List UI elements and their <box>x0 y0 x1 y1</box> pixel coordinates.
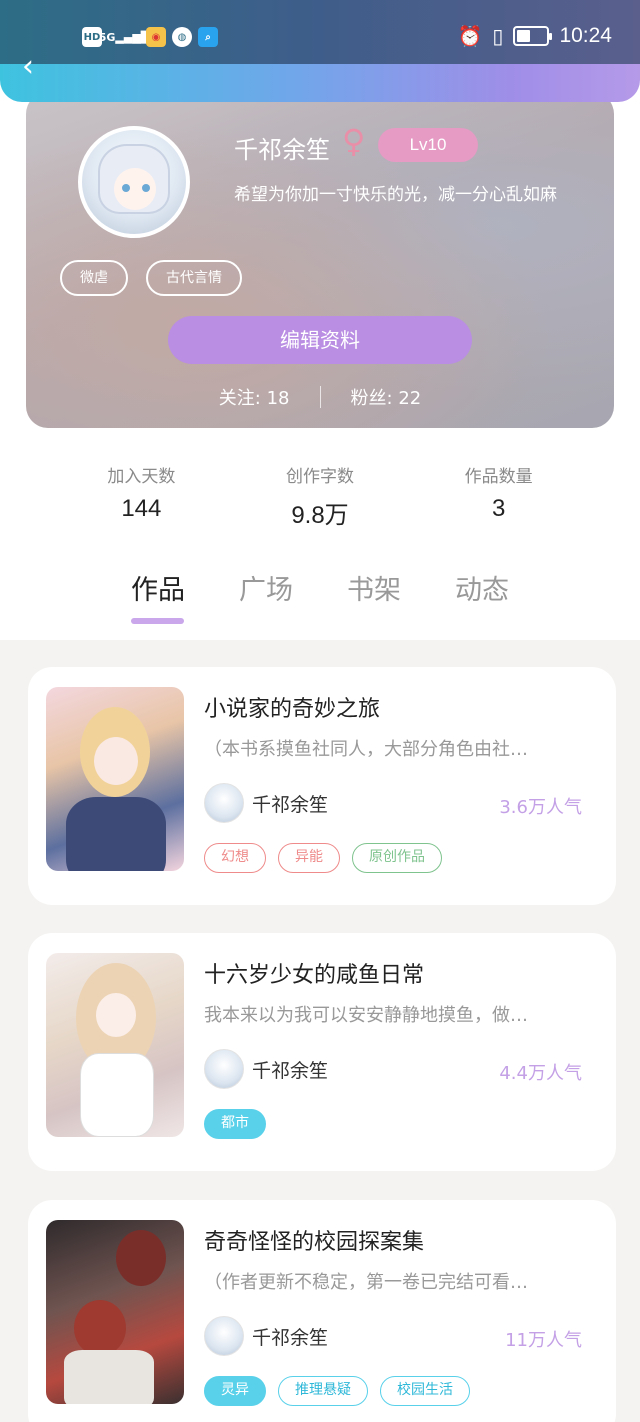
battery-fill <box>517 30 531 42</box>
book-author[interactable]: 千祁余笙 <box>204 1049 328 1089</box>
book-popularity: 4.4万人气 <box>499 1063 582 1084</box>
stat-label: 作品数量 <box>464 467 533 487</box>
book-popularity: 11万人气 <box>505 1330 582 1351</box>
book-card[interactable]: 十六岁少女的咸鱼日常 我本来以为我可以安安静静地摸鱼，做… 千祁余笙 4.4万人… <box>28 933 616 1171</box>
book-card[interactable]: 奇奇怪怪的校园探案集 （作者更新不稳定，第一卷已完结可看… 千祁余笙 11万人气… <box>28 1200 616 1422</box>
stat-value: 144 <box>121 495 162 522</box>
book-tags: 灵异 推理悬疑 校园生活 <box>204 1376 470 1406</box>
author-avatar <box>204 783 244 823</box>
book-tag[interactable]: 原创作品 <box>352 843 442 873</box>
cover-figure-body <box>66 797 166 871</box>
book-author[interactable]: 千祁余笙 <box>204 783 328 823</box>
profile-card: 千祁余笙 ♀ Lv10 希望为你加一寸快乐的光，减一分心乱如麻 微虐 古代言情 … <box>26 92 614 428</box>
cover-figure-hair <box>74 1300 126 1356</box>
cover-figure-hair <box>116 1230 166 1286</box>
signal-icon: 5G ▂▄▆█ <box>98 30 150 44</box>
book-card[interactable]: 小说家的奇妙之旅 （本书系摸鱼社同人，大部分角色由社… 千祁余笙 3.6万人气 … <box>28 667 616 905</box>
profile-tag[interactable]: 古代言情 <box>146 260 242 296</box>
level-badge: Lv10 <box>378 128 478 162</box>
follow-stats: 关注: 18 粉丝: 22 <box>26 384 614 410</box>
search-app-icon: ⌕ <box>198 27 218 47</box>
avatar-eye <box>122 184 130 192</box>
book-tag[interactable]: 异能 <box>278 843 340 873</box>
book-description: （本书系摸鱼社同人，大部分角色由社… <box>204 739 528 760</box>
stats-card: 加入天数 144 创作字数 9.8万 作品数量 3 <box>52 428 588 550</box>
author-name: 千祁余笙 <box>252 1059 329 1082</box>
book-cover[interactable] <box>46 953 184 1137</box>
stat-label: 加入天数 <box>107 467 176 487</box>
cover-figure-face <box>94 737 138 785</box>
book-author[interactable]: 千祁余笙 <box>204 1316 328 1356</box>
book-tag[interactable]: 都市 <box>204 1109 266 1139</box>
author-name: 千祁余笙 <box>252 1326 329 1349</box>
cover-figure-face <box>96 993 136 1037</box>
alarm-icon: ⏰ <box>457 24 483 48</box>
book-description: 我本来以为我可以安安静静地摸鱼，做… <box>204 1005 528 1026</box>
author-avatar <box>204 1316 244 1356</box>
book-tag[interactable]: 推理悬疑 <box>278 1376 368 1406</box>
stat-works-count: 作品数量 3 <box>409 428 588 550</box>
weibo-icon: ◉ <box>146 27 166 47</box>
stat-join-days: 加入天数 144 <box>52 428 231 550</box>
profile-tag[interactable]: 微虐 <box>60 260 128 296</box>
tab-plaza[interactable]: 广场 <box>212 568 320 624</box>
follow-divider <box>319 386 321 408</box>
book-tags: 幻想 异能 原创作品 <box>204 843 442 873</box>
book-title[interactable]: 奇奇怪怪的校园探案集 <box>204 1224 424 1256</box>
book-title[interactable]: 小说家的奇妙之旅 <box>204 691 380 723</box>
stat-label: 创作字数 <box>286 467 354 487</box>
vibrate-icon: ▯ <box>492 24 504 48</box>
book-title[interactable]: 十六岁少女的咸鱼日常 <box>204 957 424 989</box>
back-button[interactable]: ‹ <box>22 52 34 82</box>
tab-works[interactable]: 作品 <box>104 568 212 624</box>
clock: 10:24 <box>559 24 612 47</box>
battery-icon <box>513 26 553 46</box>
followers-link[interactable]: 粉丝: 22 <box>351 384 422 410</box>
female-icon: ♀ <box>342 122 366 160</box>
stat-value: 3 <box>492 495 506 522</box>
book-description: （作者更新不稳定，第一卷已完结可看… <box>204 1272 528 1293</box>
stat-value: 9.8万 <box>291 502 349 529</box>
user-bio: 希望为你加一寸快乐的光，减一分心乱如麻 <box>234 185 557 205</box>
author-name: 千祁余笙 <box>252 793 329 816</box>
avatar[interactable] <box>78 126 190 238</box>
tab-bookshelf[interactable]: 书架 <box>320 568 428 624</box>
following-link[interactable]: 关注: 18 <box>219 384 290 410</box>
book-tag[interactable]: 灵异 <box>204 1376 266 1406</box>
stat-word-count: 创作字数 9.8万 <box>231 428 410 550</box>
book-cover[interactable] <box>46 687 184 871</box>
username: 千祁余笙 <box>234 136 330 164</box>
cover-figure-body <box>80 1053 154 1137</box>
book-cover[interactable] <box>46 1220 184 1404</box>
book-popularity: 3.6万人气 <box>499 797 582 818</box>
content-tabs: 作品 广场 书架 动态 <box>104 568 536 624</box>
profile-tags: 微虐 古代言情 <box>60 260 242 296</box>
status-left-icons: HD 5G ▂▄▆█ ◉ ◍ ⌕ <box>82 27 218 47</box>
status-right-icons: ⏰ ▯ 10:24 <box>458 24 612 48</box>
tab-updates[interactable]: 动态 <box>428 568 536 624</box>
author-avatar <box>204 1049 244 1089</box>
app-ball-icon: ◍ <box>172 27 192 47</box>
book-tag[interactable]: 校园生活 <box>380 1376 470 1406</box>
edit-profile-button[interactable]: 编辑资料 <box>168 316 472 364</box>
book-tag[interactable]: 幻想 <box>204 843 266 873</box>
cover-figure-body <box>64 1350 154 1404</box>
avatar-eye <box>142 184 150 192</box>
book-tags: 都市 <box>204 1109 266 1139</box>
